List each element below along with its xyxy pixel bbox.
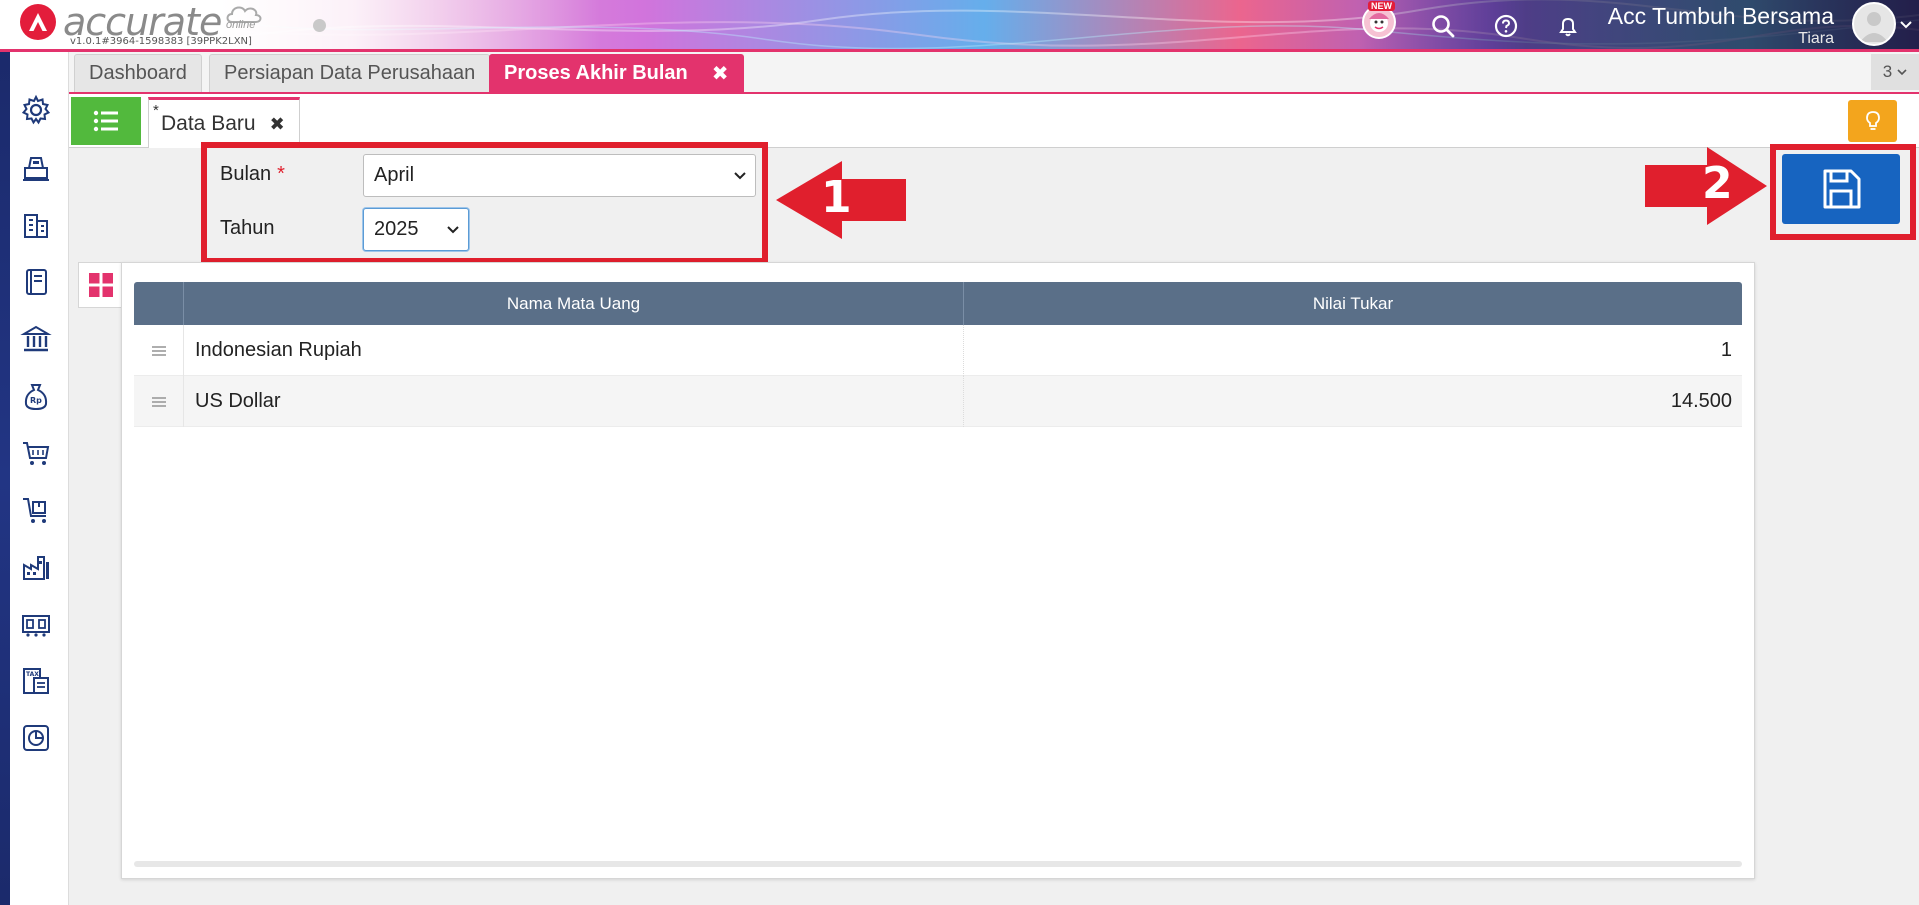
tab-data-baru[interactable]: * Data Baru ✖: [148, 97, 300, 148]
sub-tab-bar: * Data Baru ✖: [69, 94, 1919, 148]
svg-text:Rp: Rp: [30, 396, 42, 405]
accurate-logo[interactable]: accurate: [20, 0, 222, 44]
gear-icon[interactable]: [14, 88, 58, 132]
new-badge: NEW: [1368, 1, 1395, 11]
tab-proses-akhir-bulan[interactable]: Proses Akhir Bulan ✖: [489, 54, 744, 92]
header-fade: [220, 0, 600, 52]
tabs-count-value: 3: [1882, 62, 1893, 81]
sidebar: Rp TAX: [0, 52, 69, 905]
chevron-down-icon: [734, 171, 746, 179]
cell-exchange-rate[interactable]: 1: [964, 325, 1742, 376]
tahun-label: Tahun: [220, 217, 275, 239]
cell-currency-name[interactable]: Indonesian Rupiah: [184, 325, 964, 376]
status-dot: [313, 19, 326, 32]
report-chart-icon[interactable]: [14, 716, 58, 760]
warehouse-icon[interactable]: [14, 602, 58, 646]
user-name: Tiara: [1798, 30, 1834, 47]
cell-exchange-rate[interactable]: 14.500: [964, 376, 1742, 427]
factory-icon[interactable]: [14, 545, 58, 589]
top-header: accurate online v1.0.1#3964-1598383 [39P…: [0, 0, 1919, 52]
drag-handle-icon[interactable]: [134, 325, 184, 376]
annotation-step-1: 1: [821, 172, 852, 223]
tab-label: Data Baru: [161, 112, 256, 135]
cell-currency-name[interactable]: US Dollar: [184, 376, 964, 427]
help-icon[interactable]: [1489, 9, 1523, 43]
floppy-disk-icon: [1823, 169, 1861, 209]
required-mark: *: [277, 163, 285, 185]
tab-label: Persiapan Data Perusahaan: [224, 62, 476, 84]
tahun-select[interactable]: 2025: [363, 208, 469, 251]
version-text: v1.0.1#3964-1598383 [39PPK2LXN]: [70, 36, 252, 47]
drag-handle-icon[interactable]: [134, 376, 184, 427]
bulan-label: Bulan *: [220, 163, 285, 185]
shopping-cart-icon[interactable]: [14, 431, 58, 475]
close-icon[interactable]: ✖: [270, 114, 285, 135]
ledger-book-icon[interactable]: [14, 260, 58, 304]
horizontal-scrollbar[interactable]: [134, 861, 1742, 867]
lightbulb-button[interactable]: [1848, 100, 1897, 142]
tax-document-icon[interactable]: TAX: [14, 659, 58, 703]
unsaved-marker: *: [153, 102, 159, 119]
open-tabs-count[interactable]: 3: [1871, 54, 1919, 90]
building-icon[interactable]: [14, 203, 58, 247]
grid-view-button[interactable]: [78, 262, 122, 308]
table-row[interactable]: Indonesian Rupiah 1: [134, 325, 1742, 376]
user-avatar[interactable]: [1852, 2, 1896, 46]
close-icon[interactable]: ✖: [712, 61, 729, 86]
tab-label: Dashboard: [89, 62, 187, 84]
delivery-cart-icon[interactable]: [14, 488, 58, 532]
table-row[interactable]: US Dollar 14.500: [134, 376, 1742, 427]
accurate-logo-mark-icon: [20, 4, 56, 40]
row-handle-header: [134, 282, 184, 325]
bulan-select[interactable]: April: [363, 154, 756, 197]
chevron-down-icon: [1897, 69, 1907, 76]
tab-persiapan-data-perusahaan[interactable]: Persiapan Data Perusahaan: [209, 54, 491, 92]
grid-icon: [88, 273, 113, 297]
table-header: Nama Mata Uang Nilai Tukar: [134, 282, 1742, 325]
tab-label: Proses Akhir Bulan: [504, 62, 688, 84]
svg-text:TAX: TAX: [26, 671, 39, 678]
annotation-step-2: 2: [1702, 158, 1733, 209]
cashier-icon[interactable]: [14, 146, 58, 190]
column-header-nilai-tukar[interactable]: Nilai Tukar: [964, 282, 1742, 325]
logo-text: accurate: [63, 0, 222, 44]
list-view-button[interactable]: [71, 97, 141, 145]
company-info[interactable]: Acc Tumbuh Bersama Tiara: [1608, 2, 1834, 48]
tahun-select-value: 2025: [374, 218, 419, 240]
money-bag-icon[interactable]: Rp: [14, 374, 58, 418]
bell-icon[interactable]: [1551, 9, 1585, 43]
main-tab-bar: Dashboard Persiapan Data Perusahaan Pros…: [69, 52, 1919, 94]
bulan-select-value: April: [374, 164, 415, 186]
save-button[interactable]: [1782, 154, 1900, 224]
search-icon[interactable]: [1426, 9, 1460, 43]
list-icon: [93, 110, 118, 132]
bank-icon[interactable]: [14, 317, 58, 361]
logo-online-text: online: [226, 19, 256, 31]
company-name: Acc Tumbuh Bersama: [1607, 3, 1834, 29]
chevron-down-icon: [447, 225, 459, 233]
lightbulb-icon: [1865, 111, 1880, 130]
chevron-down-icon[interactable]: [1900, 17, 1912, 33]
column-header-nama-mata-uang[interactable]: Nama Mata Uang: [184, 282, 964, 325]
tab-dashboard[interactable]: Dashboard: [74, 54, 202, 92]
